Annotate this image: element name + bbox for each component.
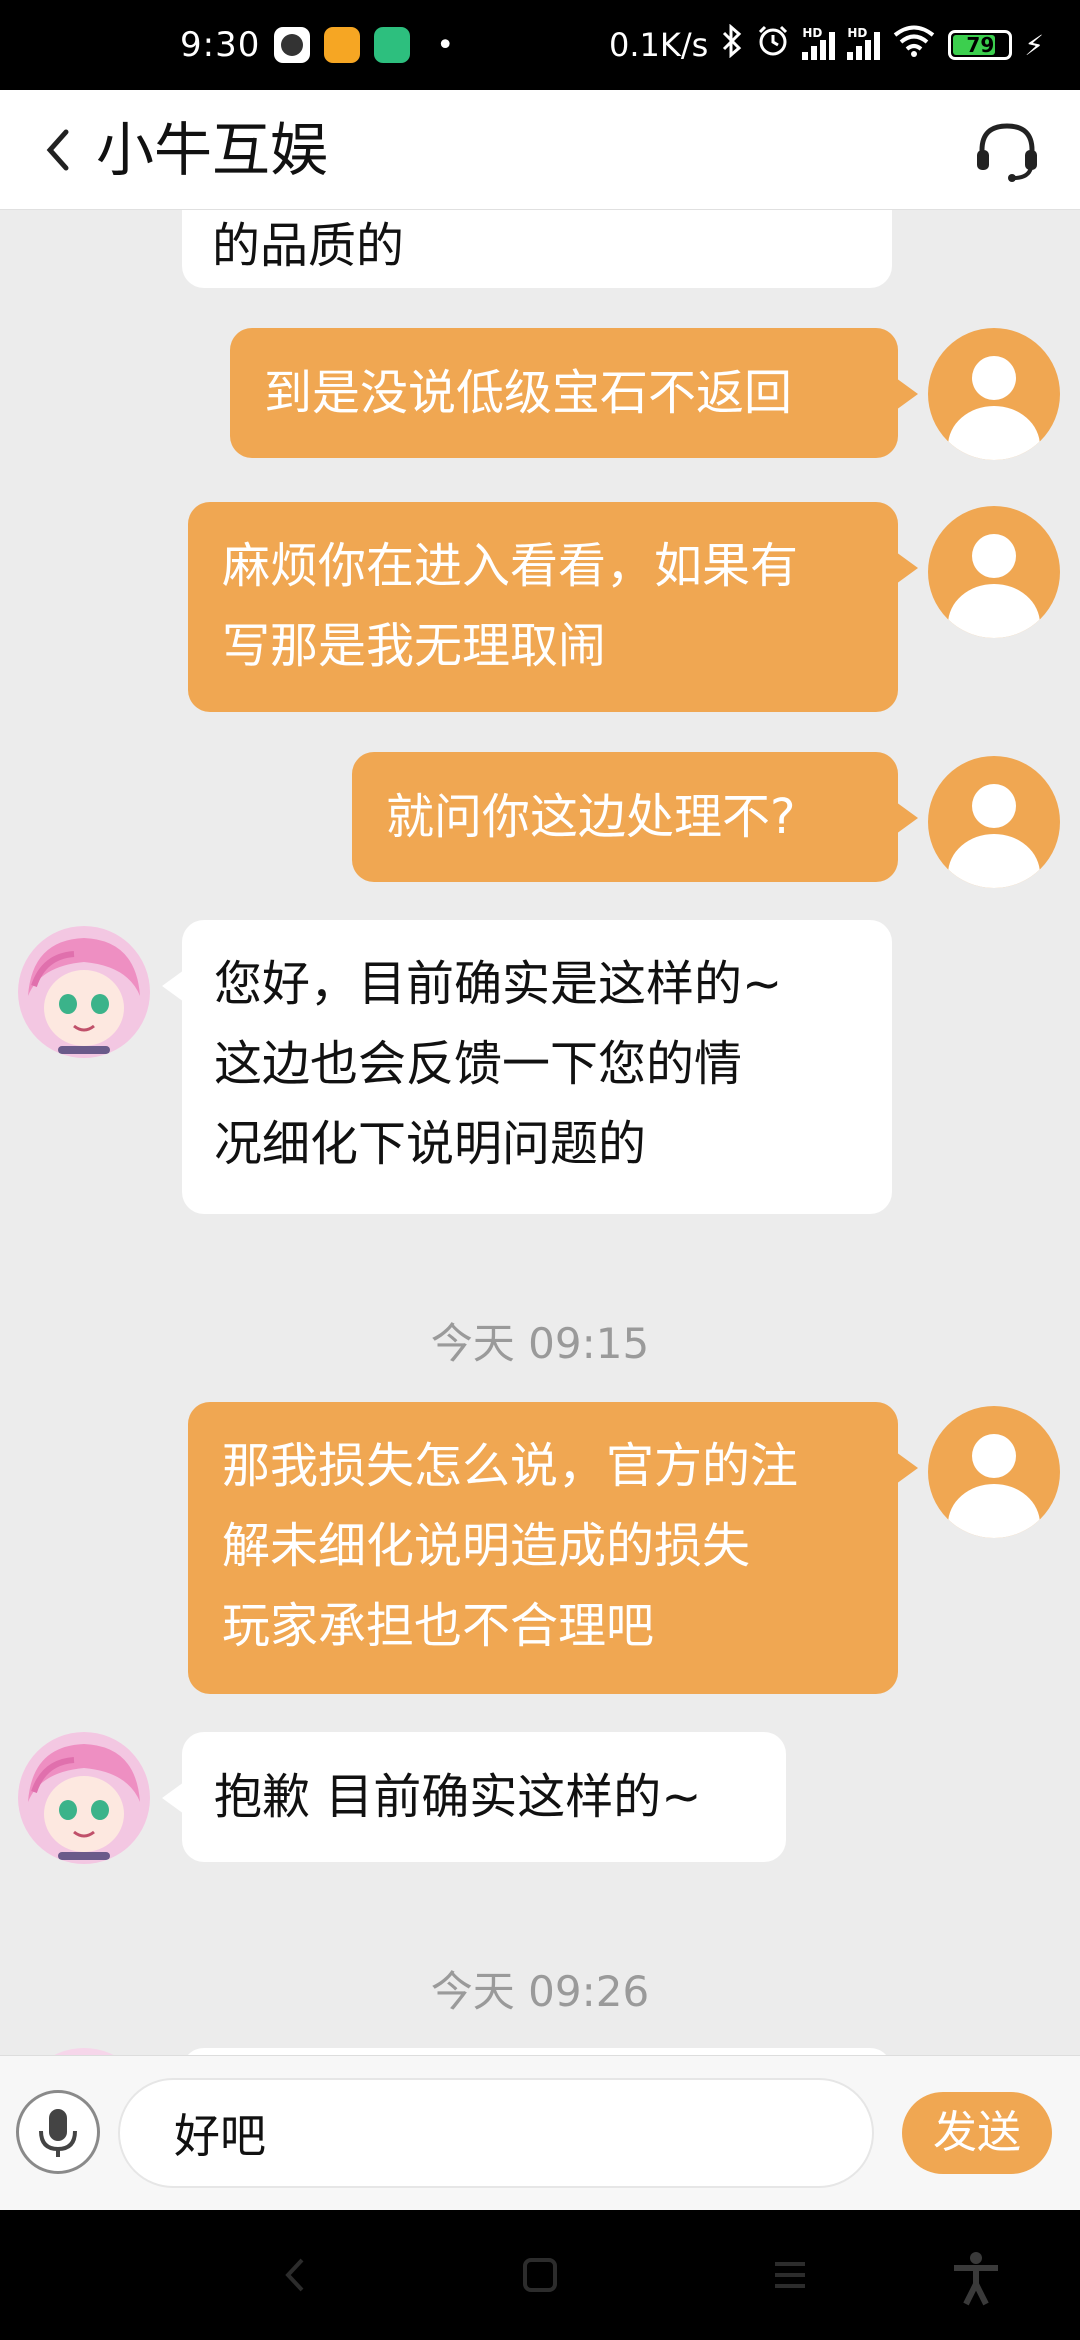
- network-speed: 0.1K/s: [609, 26, 709, 64]
- user-message-bubble: 那我损失怎么说，官方的注 解未细化说明造成的损失 玩家承担也不合理吧: [188, 1402, 918, 1694]
- alarm-icon: [756, 24, 790, 66]
- charging-icon: ⚡: [1024, 28, 1044, 62]
- app-notification-icon: [324, 27, 361, 63]
- message-line: 况细化下说明问题的: [214, 1116, 647, 1172]
- message-text: 的品质的: [212, 218, 405, 274]
- system-navigation-bar: [0, 2210, 1080, 2340]
- agent-message-bubble: 抱歉 目前确实这样的~: [162, 1732, 786, 1862]
- agent-avatar[interactable]: [18, 1732, 150, 1864]
- page-title: 小牛互娱: [96, 116, 329, 184]
- message-text: 到是没说低级宝石不返回: [264, 365, 793, 421]
- message-line: 解未细化说明造成的损失: [222, 1518, 751, 1574]
- nav-home-icon[interactable]: [515, 2250, 565, 2300]
- headset-icon[interactable]: [974, 120, 1040, 182]
- user-message-bubble: 就问你这边处理不?: [352, 752, 918, 882]
- agent-message-bubble: 您好，目前确实是这样的~ 这边也会反馈一下您的情 况细化下说明问题的: [162, 920, 892, 1214]
- nav-recents-icon[interactable]: [765, 2250, 815, 2300]
- chat-area[interactable]: 的品质的 到是没说低级宝石不返回 麻烦你在进入看看，如果有 写那是我无理取闹 就…: [0, 210, 1080, 2055]
- user-avatar[interactable]: [928, 506, 1060, 638]
- message-input-bar: 发送: [0, 2055, 1080, 2210]
- battery-level: 79: [966, 33, 995, 57]
- send-button[interactable]: 发送: [902, 2092, 1052, 2174]
- message-line: 麻烦你在进入看看，如果有: [222, 538, 799, 594]
- message-line: 您好，目前确实是这样的~: [214, 956, 783, 1012]
- message-timestamp: 今天 09:15: [430, 1319, 650, 1368]
- microphone-icon: [39, 2109, 77, 2157]
- agent-avatar[interactable]: [18, 926, 150, 1058]
- anime-girl-avatar-icon: [18, 1732, 150, 1864]
- default-person-icon: [948, 1434, 1040, 1538]
- agent-message-bubble: 的品质的: [182, 210, 892, 288]
- user-message-bubble: 麻烦你在进入看看，如果有 写那是我无理取闹: [188, 502, 918, 712]
- user-avatar[interactable]: [928, 328, 1060, 460]
- anime-girl-avatar-icon: [18, 926, 150, 1058]
- app-notification-icon: [274, 27, 311, 63]
- signal-icon: HD: [802, 26, 836, 60]
- message-line: 玩家承担也不合理吧: [222, 1598, 655, 1654]
- agent-avatar[interactable]: [18, 2048, 150, 2055]
- default-person-icon: [948, 534, 1040, 638]
- chat-header: 小牛互娱: [0, 90, 1080, 210]
- status-bar: 9:30 • 0.1K/s HD HD 79 ⚡: [0, 0, 1080, 90]
- accessibility-icon[interactable]: [948, 2250, 1004, 2306]
- message-text: 就问你这边处理不?: [386, 789, 796, 845]
- user-avatar[interactable]: [928, 1406, 1060, 1538]
- more-notifications-dot: •: [436, 27, 455, 63]
- message-input[interactable]: [118, 2078, 874, 2188]
- user-message-bubble: 到是没说低级宝石不返回: [230, 328, 918, 458]
- chevron-left-icon[interactable]: [38, 126, 78, 174]
- shield-app-icon: [374, 27, 411, 63]
- bluetooth-icon: [720, 23, 744, 66]
- signal-icon: HD: [847, 26, 881, 60]
- user-avatar[interactable]: [928, 756, 1060, 888]
- agent-message-bubble: [182, 2048, 892, 2055]
- battery-icon: 79: [948, 30, 1013, 60]
- message-timestamp: 今天 09:26: [430, 1967, 650, 2016]
- default-person-icon: [948, 784, 1040, 888]
- default-person-icon: [948, 356, 1040, 460]
- nav-back-icon[interactable]: [270, 2250, 320, 2300]
- voice-input-button[interactable]: [16, 2090, 100, 2174]
- message-line: 那我损失怎么说，官方的注: [222, 1438, 799, 1494]
- message-line: 这边也会反馈一下您的情: [214, 1036, 743, 1092]
- wifi-icon: [892, 24, 936, 66]
- message-text: 抱歉 目前确实这样的~: [214, 1769, 702, 1825]
- message-line: 写那是我无理取闹: [222, 618, 607, 674]
- status-time: 9:30: [180, 25, 261, 65]
